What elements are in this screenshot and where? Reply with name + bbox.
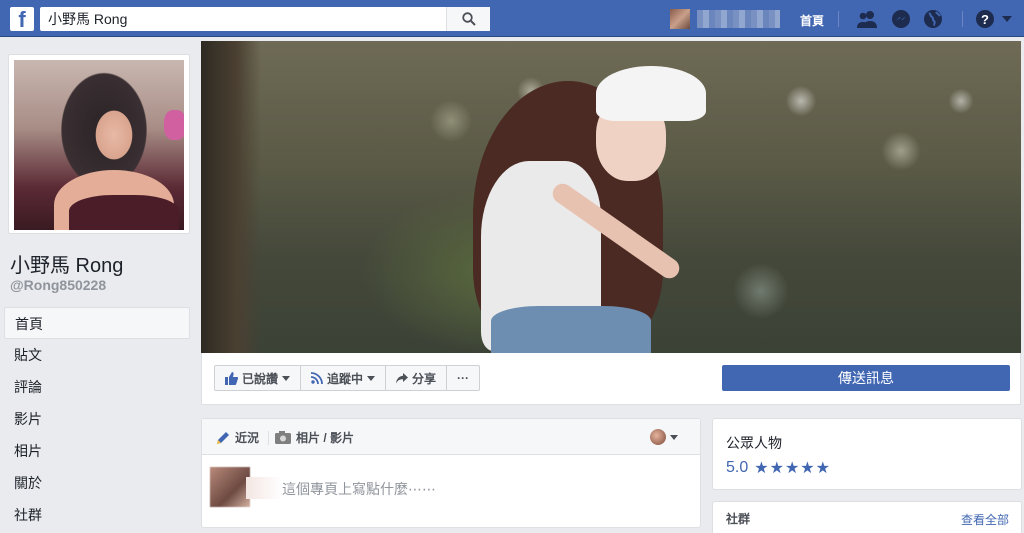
search-icon [461, 12, 476, 26]
rating-summary[interactable]: 5.0 ★★★★★ [726, 458, 831, 478]
tab-photo-video-label: 相片 / 影片 [296, 431, 355, 445]
caret-down-icon [367, 375, 376, 381]
profile-photo-detail [164, 110, 184, 140]
caret-down-icon [282, 375, 291, 381]
follow-button-label: 追蹤中 [327, 371, 364, 386]
page-action-bar: 已說讚 追蹤中 分享 ··· 傳送訊息 [201, 353, 1021, 405]
nav-item-community[interactable]: 社群 [4, 499, 190, 531]
more-options-button[interactable]: ··· [447, 366, 479, 390]
caret-down-icon[interactable] [1000, 9, 1014, 29]
profile-picture-frame[interactable] [8, 54, 190, 234]
search-button[interactable] [446, 7, 490, 31]
nav-item-posts[interactable]: 貼文 [4, 339, 190, 371]
composer-tabs: 近況 相片 / 影片 [202, 419, 700, 455]
nav-item-reviews[interactable]: 評論 [4, 371, 190, 403]
star-rating-icon: ★★★★★ [754, 460, 831, 477]
nav-item-about[interactable]: 關於 [4, 467, 190, 499]
globe-icon[interactable] [922, 9, 944, 29]
friends-icon[interactable] [856, 9, 878, 29]
rating-value: 5.0 [726, 459, 749, 476]
left-navigation: 首頁 貼文 評論 影片 相片 關於 社群 [4, 307, 190, 531]
nav-item-videos[interactable]: 影片 [4, 403, 190, 435]
page-category[interactable]: 公眾人物 [726, 433, 782, 453]
home-link[interactable]: 首頁 [800, 12, 824, 29]
tab-photo-video[interactable]: 相片 / 影片 [275, 429, 354, 446]
share-button-label: 分享 [412, 371, 437, 386]
help-icon[interactable]: ? [974, 9, 996, 29]
tab-status-label: 近況 [235, 431, 260, 445]
like-button-label: 已說讚 [242, 371, 279, 386]
post-as-selector[interactable] [650, 429, 678, 445]
community-title: 社群 [726, 512, 751, 526]
nav-item-photos[interactable]: 相片 [4, 435, 190, 467]
action-button-group: 已說讚 追蹤中 分享 ··· [214, 365, 481, 391]
divider [268, 431, 269, 445]
composer-body[interactable]: 這個專頁上寫點什麼⋯⋯ [210, 467, 690, 511]
share-button[interactable]: 分享 [386, 366, 448, 390]
divider [838, 11, 839, 27]
rss-icon [311, 372, 323, 384]
community-box: 社群 查看全部 [712, 501, 1022, 533]
page-title[interactable]: 小野馬 Rong [10, 249, 123, 278]
follow-button[interactable]: 追蹤中 [301, 366, 387, 390]
blurred-region [246, 477, 282, 499]
thumbs-up-icon [225, 371, 238, 385]
page-username[interactable]: @Rong850228 [10, 277, 106, 293]
like-button[interactable]: 已說讚 [215, 366, 302, 390]
cover-photo[interactable] [201, 41, 1021, 353]
cover-photo-detail [491, 306, 651, 353]
send-message-button[interactable]: 傳送訊息 [722, 365, 1010, 391]
user-avatar [210, 467, 250, 507]
search-input[interactable] [40, 7, 450, 31]
divider [962, 11, 963, 27]
more-options-icon: ··· [457, 371, 470, 385]
user-avatar[interactable] [670, 9, 690, 29]
pencil-icon [217, 431, 229, 444]
tab-status[interactable]: 近況 [216, 429, 259, 446]
facebook-logo[interactable]: f [10, 7, 34, 31]
composer-input[interactable]: 這個專頁上寫點什麼⋯⋯ [282, 479, 436, 499]
svg-text:?: ? [981, 12, 989, 27]
cover-photo-detail [201, 41, 261, 353]
post-composer: 近況 相片 / 影片 這個專頁上寫點什麼⋯⋯ [201, 418, 701, 528]
messenger-icon[interactable] [890, 9, 912, 29]
cover-photo-detail [596, 66, 706, 121]
about-box: 公眾人物 5.0 ★★★★★ [712, 418, 1022, 490]
share-arrow-icon [396, 372, 409, 383]
caret-down-icon [670, 434, 678, 440]
camera-icon [275, 431, 291, 444]
profile-picture[interactable] [14, 60, 184, 230]
search-box [40, 7, 490, 31]
profile-photo-detail [69, 195, 179, 230]
nav-item-home[interactable]: 首頁 [4, 307, 190, 339]
see-all-link[interactable]: 查看全部 [961, 511, 1009, 528]
user-name-blurred[interactable] [697, 10, 780, 28]
avatar [650, 429, 666, 445]
top-navigation-bar: f 首頁 ? [0, 0, 1024, 37]
